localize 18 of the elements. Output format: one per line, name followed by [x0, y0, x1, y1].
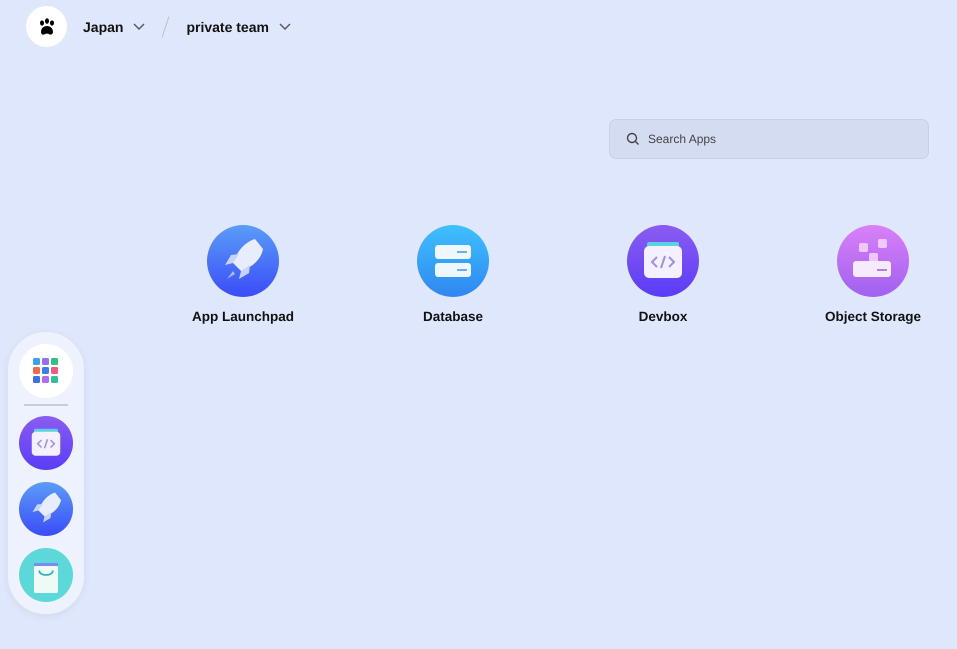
chevron-down-icon: [133, 22, 146, 30]
app-grid-icon[interactable]: [19, 344, 73, 398]
storage-blocks-icon[interactable]: [837, 225, 909, 297]
search-field[interactable]: Search Apps: [609, 119, 929, 159]
database-icon[interactable]: [417, 225, 489, 297]
region-dropdown[interactable]: Japan: [81, 14, 148, 38]
app-label[interactable]: Object Storage: [824, 309, 922, 324]
paw-avatar-icon[interactable]: [26, 6, 67, 47]
code-folder-icon[interactable]: [19, 416, 73, 470]
app-label[interactable]: App Launchpad: [192, 309, 294, 324]
chevron-down-icon: [278, 22, 291, 30]
app-label[interactable]: Database: [422, 309, 484, 324]
rocket-icon[interactable]: [19, 482, 73, 536]
rocket-icon[interactable]: [207, 225, 279, 297]
app-label[interactable]: Devbox: [638, 309, 688, 324]
code-folder-icon[interactable]: [627, 225, 699, 297]
shopping-bag-icon[interactable]: [19, 548, 73, 602]
team-dropdown[interactable]: private team: [184, 14, 293, 38]
